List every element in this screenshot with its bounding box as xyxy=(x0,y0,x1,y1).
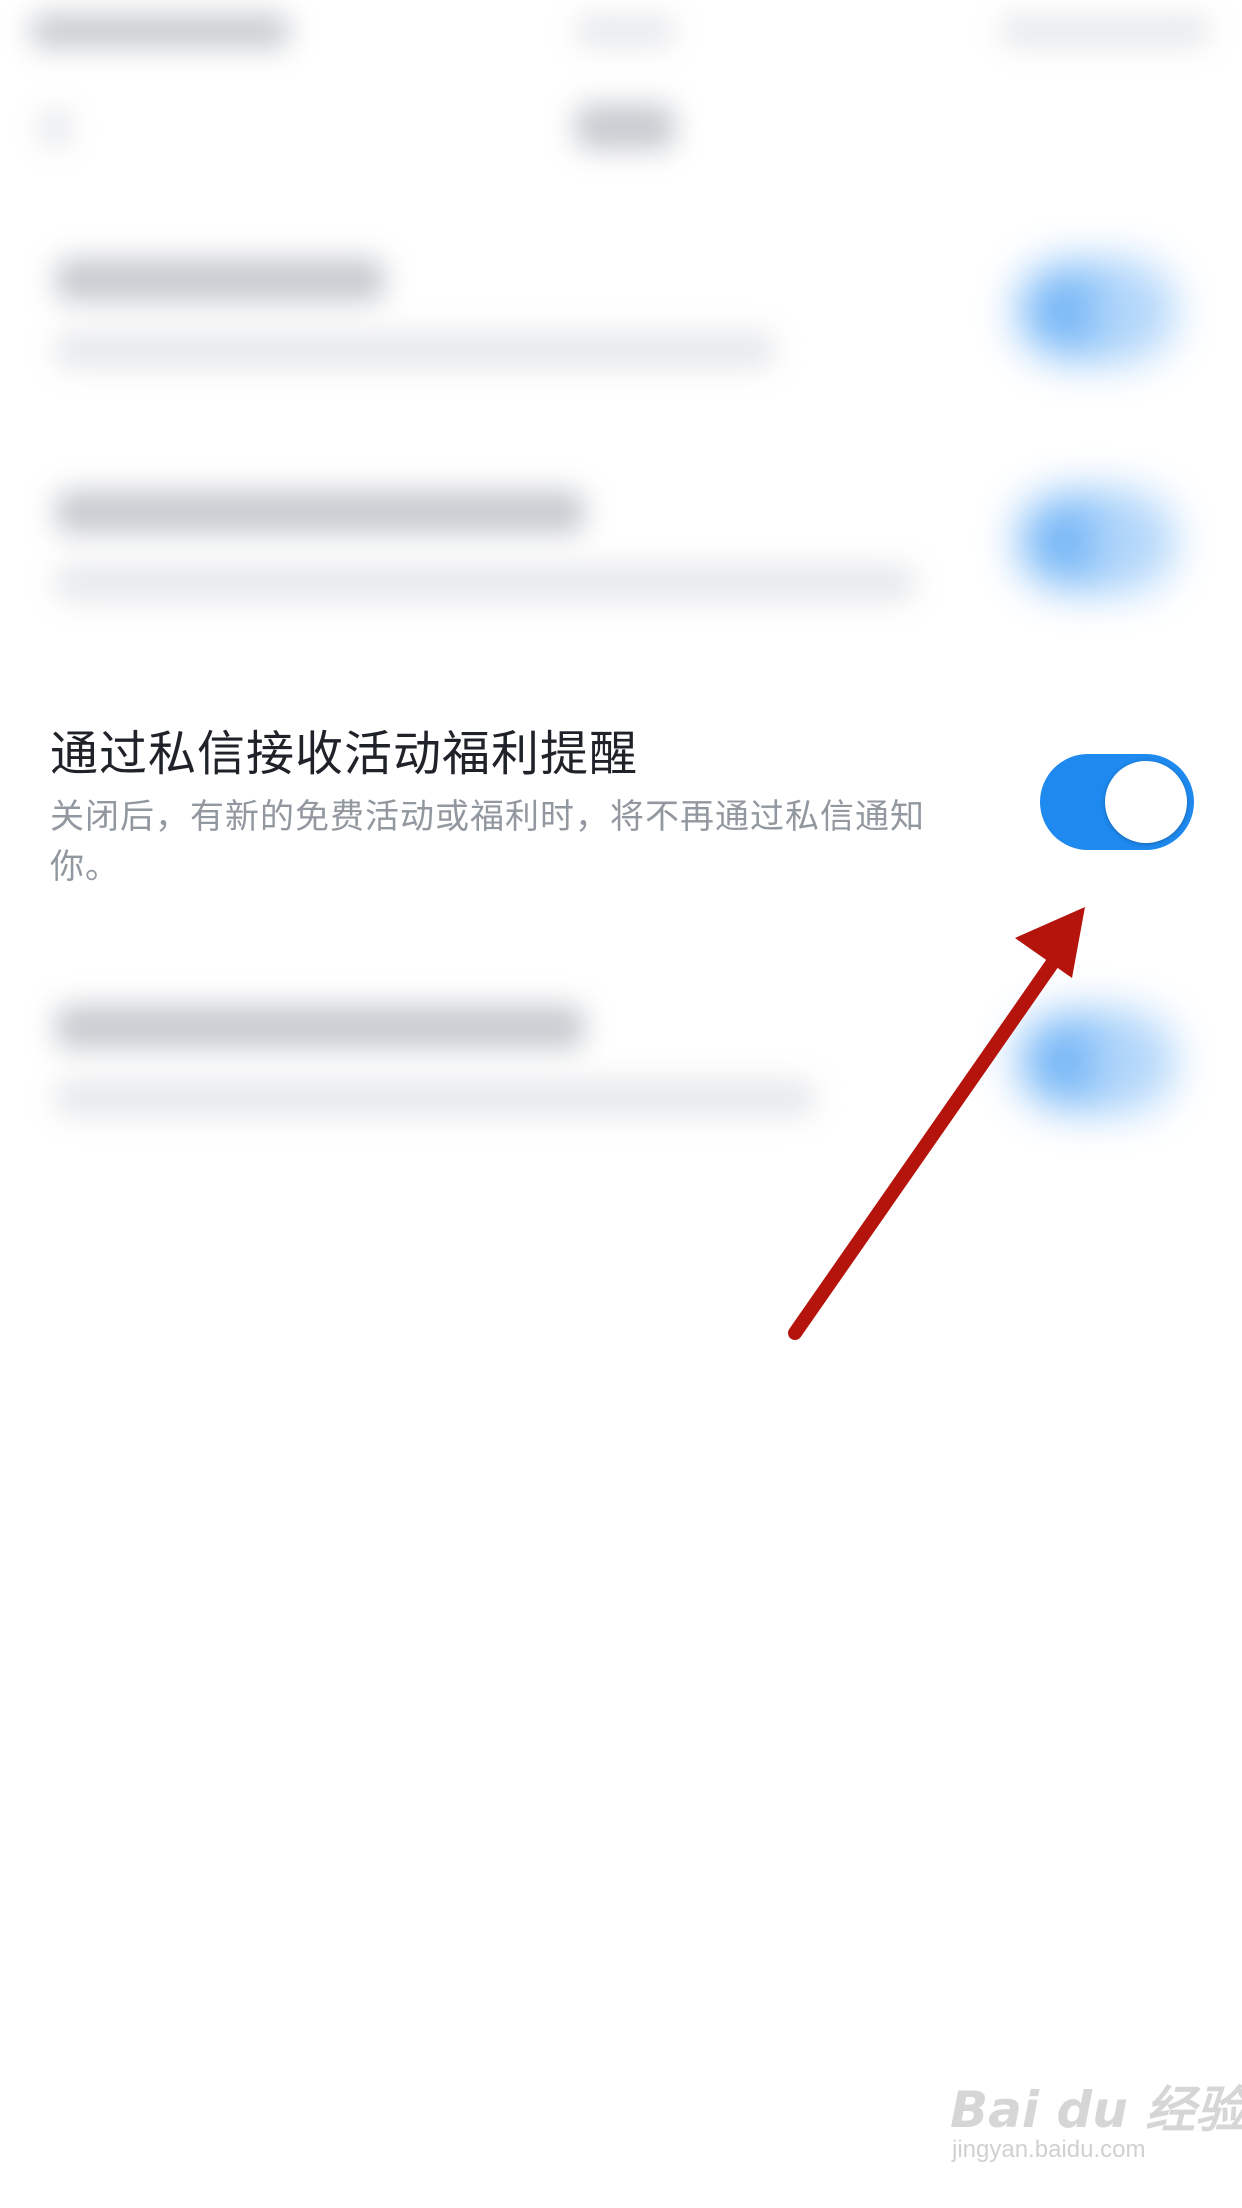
watermark-logo: Bai du 经验 xyxy=(950,2081,1242,2139)
setting-row-2-desc-blurred xyxy=(55,565,915,601)
setting-title: 通过私信接收活动福利提醒 xyxy=(50,726,639,782)
status-bar-right-blurred xyxy=(1000,16,1210,46)
setting-row-1-title-blurred xyxy=(55,258,385,302)
private-message-reminder-toggle[interactable] xyxy=(1040,754,1194,850)
toggle-knob xyxy=(1105,761,1187,843)
status-bar-blurred xyxy=(30,14,290,48)
nav-title-blurred xyxy=(575,104,675,150)
status-bar-center-blurred xyxy=(575,16,675,46)
setting-row-4-toggle-blurred[interactable] xyxy=(1020,1015,1170,1107)
baidu-jingyan-watermark: Bai du 经验 jingyan.baidu.com xyxy=(950,2070,1242,2180)
setting-row-4-desc-blurred xyxy=(55,1080,815,1116)
setting-row-1-desc-blurred xyxy=(55,332,775,368)
setting-row-2-toggle-blurred[interactable] xyxy=(1020,495,1170,587)
setting-description: 关闭后，有新的免费活动或福利时，将不再通过私信通知你。 xyxy=(50,797,925,887)
watermark-url: jingyan.baidu.com xyxy=(952,2136,1146,2163)
setting-row-2-title-blurred xyxy=(55,490,585,534)
setting-row-1-toggle-blurred[interactable] xyxy=(1020,265,1170,357)
back-button-blurred[interactable] xyxy=(40,108,70,148)
setting-row-4-title-blurred xyxy=(55,1005,585,1049)
setting-row-private-message-reminder: 通过私信接收活动福利提醒 关闭后，有新的免费活动或福利时，将不再通过私信通知你。 xyxy=(0,700,1242,900)
